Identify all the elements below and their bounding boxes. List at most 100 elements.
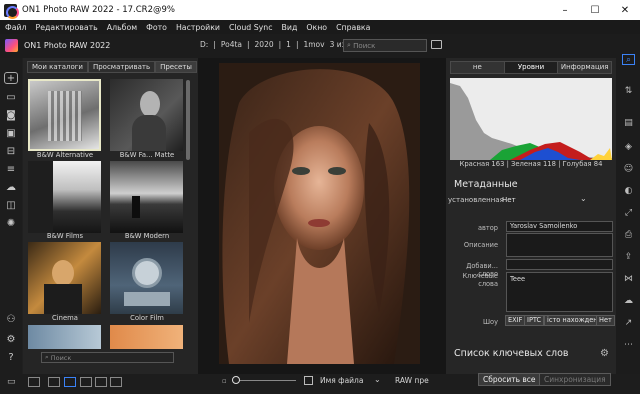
metadata-preset-value[interactable]: Нет: [502, 196, 516, 204]
detail-view-button[interactable]: [64, 377, 76, 387]
preset-thumbnail[interactable]: [28, 79, 101, 151]
sliders-icon[interactable]: ⇅: [622, 86, 635, 97]
portrait-icon[interactable]: ☺: [622, 164, 635, 175]
menu-album[interactable]: Альбом: [107, 23, 137, 32]
preset-search-placeholder: Поиск: [50, 353, 72, 362]
monitor-icon[interactable]: ▭: [4, 92, 18, 104]
keywords-label: Ключевые слова: [462, 272, 498, 288]
people-icon[interactable]: ⚇: [4, 314, 18, 326]
search-input[interactable]: ⌕ Поиск: [343, 39, 427, 52]
exif-toggle[interactable]: EXIF: [505, 315, 526, 326]
local-adjust-icon[interactable]: ◐: [622, 186, 635, 197]
camera-icon[interactable]: ◙: [4, 110, 18, 122]
preset-thumbnail[interactable]: [28, 242, 101, 314]
print-icon[interactable]: ⎙: [622, 230, 635, 241]
network-icon[interactable]: ⋯: [622, 340, 635, 351]
path-segment[interactable]: Po4ta: [221, 40, 242, 49]
reset-all-button[interactable]: Сбросить все: [478, 373, 541, 386]
menu-file[interactable]: Файл: [5, 23, 27, 32]
menu-view[interactable]: Вид: [282, 23, 298, 32]
gear-icon[interactable]: ⚙: [600, 348, 609, 359]
preset-thumbnail[interactable]: [28, 161, 101, 233]
menu-cloud-sync[interactable]: Cloud Sync: [229, 23, 273, 32]
brand-name: ON1 Photo RAW 2022: [24, 41, 111, 50]
show-label: Шоу: [483, 318, 498, 326]
maximize-button[interactable]: ☐: [580, 0, 610, 20]
preset-thumbnail[interactable]: [110, 161, 183, 233]
preset-search-input[interactable]: ⌕ Поиск: [41, 352, 174, 363]
zoom-slider[interactable]: [236, 380, 296, 381]
preset-thumbnail[interactable]: [28, 325, 101, 349]
path-segment[interactable]: 1: [286, 40, 291, 49]
tab-my-catalogs[interactable]: Мои каталоги: [27, 61, 88, 73]
main-photo[interactable]: [219, 63, 420, 364]
chevron-down-icon[interactable]: ⌄: [374, 375, 381, 384]
settings-icon[interactable]: ⚙: [4, 334, 18, 346]
preset-thumbnail[interactable]: [110, 242, 183, 314]
compare-view-button[interactable]: [80, 377, 92, 387]
author-field[interactable]: Yaroslav Samoilenko: [506, 221, 613, 232]
preset-thumbnail[interactable]: [110, 325, 183, 349]
display-icon[interactable]: ▭: [7, 377, 16, 387]
location-toggle[interactable]: істо нахожден: [544, 315, 601, 326]
chevron-down-icon[interactable]: ⌄: [580, 194, 587, 203]
add-keywords-field[interactable]: [506, 259, 613, 270]
keyword-list-title: Список ключевых слов: [454, 348, 569, 359]
filename-label: Имя файла: [320, 376, 364, 385]
zoom-out-icon[interactable]: ▫: [222, 377, 227, 385]
preset-label: B&W Alternative: [36, 151, 94, 159]
cloud-icon[interactable]: ☁: [4, 182, 18, 194]
photos-icon[interactable]: ◫: [4, 200, 18, 212]
brand-logo-icon: [5, 39, 18, 52]
left-tool-strip: + ▭ ◙ ▣ ⊟ ≡ ☁ ◫ ✺ ⚇ ⚙ ?: [0, 58, 22, 374]
light-icon[interactable]: ✺: [4, 218, 18, 230]
sync-button[interactable]: Синхронизация: [539, 373, 611, 386]
histogram: [450, 78, 612, 160]
filmstrip-view-button[interactable]: [28, 377, 40, 387]
image-icon[interactable]: ▣: [4, 128, 18, 140]
layers-icon[interactable]: ◈: [622, 142, 635, 153]
keywords-field[interactable]: Teee: [506, 272, 613, 312]
menu-edit[interactable]: Редактировать: [36, 23, 98, 32]
resize-icon[interactable]: ⤢: [622, 208, 635, 219]
preset-thumbnail[interactable]: [110, 79, 183, 151]
share-icon[interactable]: ⋈: [622, 274, 635, 285]
folder-icon[interactable]: [431, 40, 442, 49]
menu-photo[interactable]: Фото: [146, 23, 167, 32]
tab-presets[interactable]: Пресеты: [155, 61, 197, 73]
metadata-preset-label: установленная: [448, 196, 504, 204]
grid-view-button[interactable]: [48, 377, 60, 387]
minimize-button[interactable]: –: [550, 0, 580, 20]
portrait-image: [219, 63, 420, 364]
send-icon[interactable]: ↗: [622, 318, 635, 329]
iptc-toggle[interactable]: IPTC: [524, 315, 545, 326]
export-icon[interactable]: ⇪: [622, 252, 635, 263]
develop-icon[interactable]: ⌕: [622, 54, 635, 65]
menu-settings[interactable]: Настройки: [176, 23, 220, 32]
fullscreen-view-button[interactable]: [110, 377, 122, 387]
effects-icon[interactable]: ▤: [622, 118, 635, 129]
path-segment[interactable]: 2020: [255, 40, 274, 49]
zoom-slider-handle[interactable]: [232, 376, 240, 384]
none-toggle[interactable]: Нет: [596, 315, 615, 326]
cloud-icon[interactable]: ☁: [622, 296, 635, 307]
tab-nav[interactable]: не: [451, 62, 505, 73]
tab-browse[interactable]: Просматривать: [87, 61, 156, 73]
drive-icon[interactable]: ⊟: [4, 146, 18, 158]
histogram-readout: Красная 163 | Зеленая 118 | Голубая 84: [459, 160, 603, 168]
description-field[interactable]: [506, 233, 613, 257]
menu-help[interactable]: Справка: [336, 23, 370, 32]
stack-icon[interactable]: ≡: [4, 164, 18, 176]
path-drive[interactable]: D:: [200, 40, 208, 49]
filename-checkbox[interactable]: [304, 376, 313, 385]
add-icon[interactable]: +: [4, 72, 18, 84]
author-label: автор: [478, 224, 498, 232]
help-icon[interactable]: ?: [4, 352, 18, 364]
tab-info[interactable]: Информация: [558, 62, 612, 73]
browser-scrollbar[interactable]: [186, 80, 190, 160]
map-view-button[interactable]: [95, 377, 107, 387]
tab-levels[interactable]: Уровни: [504, 62, 559, 73]
close-button[interactable]: ✕: [610, 0, 640, 20]
menu-window[interactable]: Окно: [306, 23, 327, 32]
path-segment[interactable]: 1mov: [303, 40, 324, 49]
